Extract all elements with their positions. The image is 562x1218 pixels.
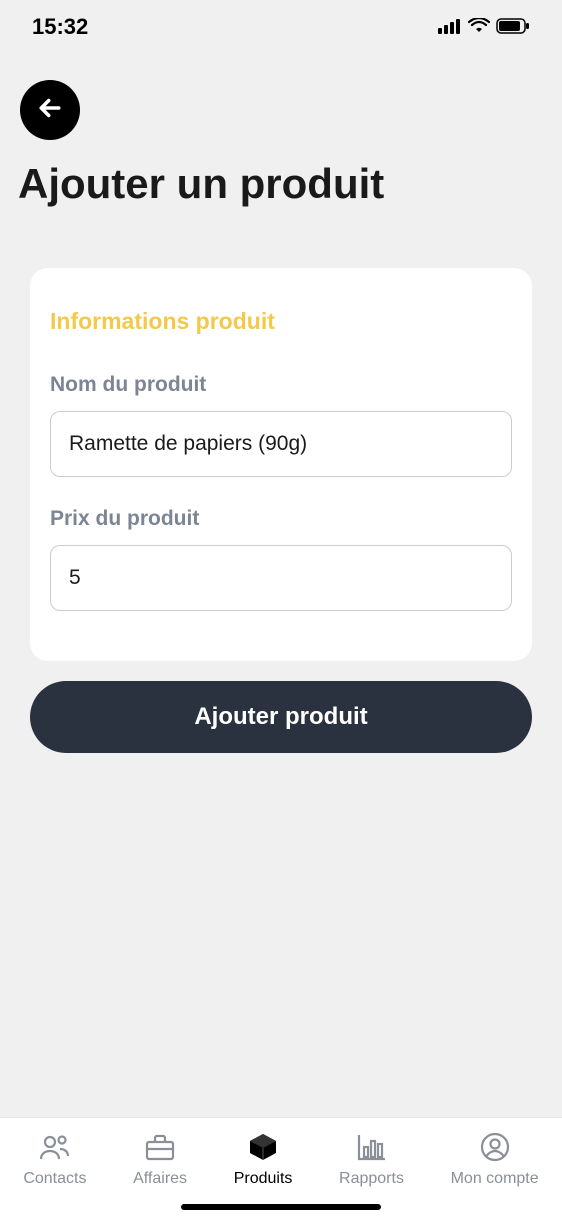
user-circle-icon: [478, 1132, 512, 1162]
tab-reports-label: Rapports: [339, 1170, 404, 1188]
tab-products[interactable]: Produits: [234, 1132, 293, 1188]
product-name-label: Nom du produit: [50, 373, 512, 397]
signal-icon: [438, 14, 462, 40]
field-product-name: Nom du produit: [50, 373, 512, 477]
contacts-icon: [38, 1132, 72, 1162]
product-price-input[interactable]: [50, 545, 512, 611]
arrow-left-icon: [35, 93, 65, 128]
tab-bar: Contacts Affaires Produits Rapports Mon …: [0, 1117, 562, 1218]
cube-icon: [246, 1132, 280, 1162]
product-price-label: Prix du produit: [50, 507, 512, 531]
home-indicator: [181, 1204, 381, 1210]
tab-deals[interactable]: Affaires: [133, 1132, 187, 1188]
tab-account-label: Mon compte: [451, 1170, 539, 1188]
section-title: Informations produit: [50, 308, 512, 335]
tab-contacts-label: Contacts: [23, 1170, 86, 1188]
battery-icon: [496, 14, 530, 40]
briefcase-icon: [143, 1132, 177, 1162]
add-product-button[interactable]: Ajouter produit: [30, 681, 532, 753]
tab-deals-label: Affaires: [133, 1170, 187, 1188]
wifi-icon: [468, 14, 490, 40]
status-bar: 15:32: [0, 0, 562, 50]
back-button[interactable]: [20, 80, 80, 140]
chart-icon: [354, 1132, 388, 1162]
field-product-price: Prix du produit: [50, 507, 512, 611]
tab-reports[interactable]: Rapports: [339, 1132, 404, 1188]
status-time: 15:32: [32, 14, 88, 40]
product-form-card: Informations produit Nom du produit Prix…: [30, 268, 532, 661]
tab-account[interactable]: Mon compte: [451, 1132, 539, 1188]
product-name-input[interactable]: [50, 411, 512, 477]
tab-contacts[interactable]: Contacts: [23, 1132, 86, 1188]
status-icons: [438, 14, 530, 40]
page-title: Ajouter un produit: [0, 150, 562, 208]
tab-products-label: Produits: [234, 1170, 293, 1188]
